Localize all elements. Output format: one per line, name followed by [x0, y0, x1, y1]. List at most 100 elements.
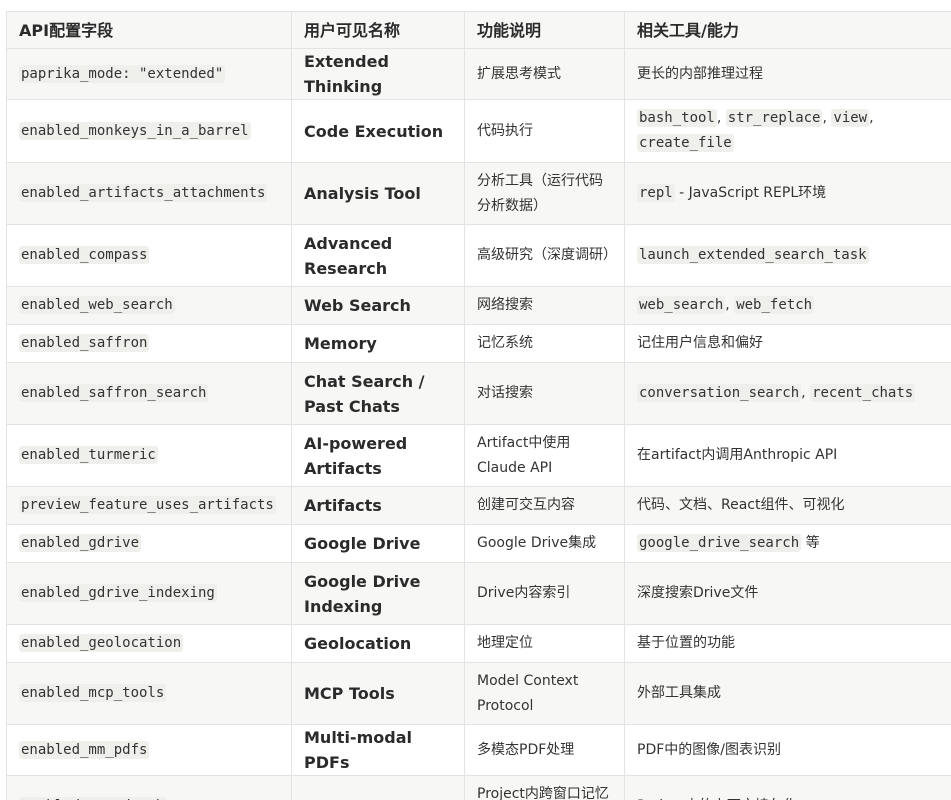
api-field-cell: enabled_geolocation	[6, 624, 292, 663]
description-cell: 创建可交互内容	[464, 486, 625, 525]
description-cell: Drive内容索引	[464, 562, 625, 625]
api-field-code: enabled_web_search	[19, 296, 175, 314]
tool-text: 代码、文档、React组件、可视化	[637, 497, 845, 513]
tool-text: ,	[716, 110, 726, 126]
table-row: enabled_gdrive_indexing Google Drive Inde…	[6, 562, 951, 625]
tool-text: ,	[869, 110, 874, 126]
related-tools-cell: 记住用户信息和偏好	[624, 324, 951, 363]
tool-name-code: repl	[637, 184, 675, 202]
tool-text: 外部工具集成	[637, 685, 721, 701]
tool-text: 基于位置的功能	[637, 635, 735, 651]
table-row: enabled_artifacts_attachments Analysis To…	[6, 162, 951, 225]
tool-text: 在artifact内调用Anthropic API	[637, 447, 838, 463]
header-related-tools: 相关工具/能力	[624, 11, 951, 49]
tool-text: 更长的内部推理过程	[637, 65, 763, 82]
api-field-code: enabled_monkeys_in_a_barrel	[19, 121, 251, 140]
user-visible-name-cell: Analysis Tool	[291, 162, 465, 225]
tool-name-code: str_replace	[725, 109, 823, 127]
description-cell: 地理定位	[464, 624, 625, 663]
api-field-code: enabled_mcp_tools	[19, 684, 167, 702]
header-user-visible-name: 用户可见名称	[291, 11, 465, 49]
api-field-cell: preview_feature_uses_artifacts	[6, 486, 292, 525]
table-row: enabled_geolocation Geolocation 地理定位 基于位置的功…	[6, 624, 951, 663]
user-visible-name-cell: Web Search	[291, 286, 465, 325]
user-visible-name-cell: Multi-modal PDFs	[291, 724, 465, 776]
header-api-field: API配置字段	[6, 11, 292, 49]
tool-text: - JavaScript REPL环境	[674, 185, 827, 201]
tool-text: 等	[801, 535, 820, 551]
tool-name-code: web_search	[637, 296, 726, 314]
table-container: API配置字段 用户可见名称 功能说明 相关工具/能力 paprika_mode…	[0, 0, 951, 800]
tool-name-code: view	[831, 109, 870, 127]
tool-name-code: recent_chats	[810, 384, 916, 402]
header-description: 功能说明	[464, 11, 625, 49]
tool-text: PDF中的图像/图表识别	[637, 741, 781, 758]
description-cell: 扩展思考模式	[464, 48, 625, 100]
api-field-cell: enabled_mm_pdfs	[6, 724, 292, 776]
related-tools-cell: 更长的内部推理过程	[624, 48, 951, 100]
table-row: enabled_turmeric AI-powered Artifacts Arti…	[6, 424, 951, 487]
tool-name-code: google_drive_search	[637, 534, 802, 552]
table-row: preview_feature_uses_artifacts Artifacts 创…	[6, 486, 951, 525]
related-tools-cell: bash_tool, str_replace, view, create_fil…	[624, 99, 951, 163]
user-visible-name-cell: Chat Search / Past Chats	[291, 362, 465, 425]
tool-name-code: launch_extended_search_task	[637, 246, 869, 264]
table-row: enabled_mm_pdfs Multi-modal PDFs 多模态PDF处理 P…	[6, 724, 951, 776]
api-field-code: enabled_saffron_search	[19, 384, 209, 402]
description-cell: 网络搜索	[464, 286, 625, 325]
related-tools-cell: 代码、文档、React组件、可视化	[624, 486, 951, 525]
tool-text: ,	[725, 297, 735, 313]
user-visible-name-cell: Project Memory	[291, 775, 465, 800]
related-tools-cell: launch_extended_search_task	[624, 224, 951, 287]
tool-name-code: create_file	[637, 134, 734, 152]
description-cell: 代码执行	[464, 99, 625, 163]
api-field-cell: enabled_sourdough	[6, 775, 292, 800]
tool-name-code: conversation_search	[637, 384, 802, 402]
api-field-code: enabled_gdrive_indexing	[19, 584, 217, 602]
related-tools-cell: 基于位置的功能	[624, 624, 951, 663]
feature-mapping-table: API配置字段 用户可见名称 功能说明 相关工具/能力 paprika_mode…	[6, 11, 951, 800]
table-row: enabled_saffron_search Chat Search / Past…	[6, 362, 951, 425]
user-visible-name-cell: Google Drive	[291, 524, 465, 563]
related-tools-cell: conversation_search, recent_chats	[624, 362, 951, 425]
table-row: enabled_sourdoughProject MemoryProject内跨…	[6, 775, 951, 800]
api-field-code: enabled_gdrive	[19, 534, 142, 552]
user-visible-name-cell: AI-powered Artifacts	[291, 424, 465, 487]
user-visible-name-cell: Advanced Research	[291, 224, 465, 287]
related-tools-cell: PDF中的图像/图表识别	[624, 724, 951, 776]
api-field-code: enabled_compass	[19, 246, 150, 264]
table-row: enabled_gdrive Google Drive Google Drive集成…	[6, 524, 951, 563]
api-field-cell: enabled_compass	[6, 224, 292, 287]
api-field-cell: enabled_saffron_search	[6, 362, 292, 425]
table-row: enabled_monkeys_in_a_barrel Code Executio…	[6, 99, 951, 163]
table-row: enabled_mcp_tools MCP Tools Model Context …	[6, 662, 951, 725]
api-field-cell: enabled_gdrive_indexing	[6, 562, 292, 625]
related-tools-cell: web_search, web_fetch	[624, 286, 951, 325]
api-field-code: enabled_artifacts_attachments	[19, 184, 268, 202]
api-field-cell: enabled_saffron	[6, 324, 292, 363]
description-cell: Artifact中使用Claude API	[464, 424, 625, 487]
user-visible-name-cell: Extended Thinking	[291, 48, 465, 100]
api-field-cell: enabled_artifacts_attachments	[6, 162, 292, 225]
api-field-cell: enabled_monkeys_in_a_barrel	[6, 99, 292, 163]
related-tools-cell: google_drive_search 等	[624, 524, 951, 563]
api-field-cell: enabled_gdrive	[6, 524, 292, 563]
description-cell: Model Context Protocol	[464, 662, 625, 725]
tool-name-code: web_fetch	[734, 296, 815, 314]
related-tools-cell: repl - JavaScript REPL环境	[624, 162, 951, 225]
api-field-code: enabled_mm_pdfs	[19, 740, 150, 759]
api-field-code: enabled_geolocation	[19, 634, 184, 652]
related-tools-cell: 在artifact内调用Anthropic API	[624, 424, 951, 487]
user-visible-name-cell: MCP Tools	[291, 662, 465, 725]
api-field-cell: enabled_web_search	[6, 286, 292, 325]
description-cell: Project内跨窗口记忆（局部）	[464, 775, 625, 800]
user-visible-name-cell: Geolocation	[291, 624, 465, 663]
table-row: enabled_saffron Memory 记忆系统 记住用户信息和偏好	[6, 324, 951, 363]
related-tools-cell: 外部工具集成	[624, 662, 951, 725]
api-field-cell: paprika_mode: "extended"	[6, 48, 292, 100]
description-cell: 多模态PDF处理	[464, 724, 625, 776]
tool-name-code: bash_tool	[637, 109, 717, 127]
user-visible-name-cell: Artifacts	[291, 486, 465, 525]
user-visible-name-cell: Code Execution	[291, 99, 465, 163]
api-field-code: enabled_turmeric	[19, 446, 158, 464]
